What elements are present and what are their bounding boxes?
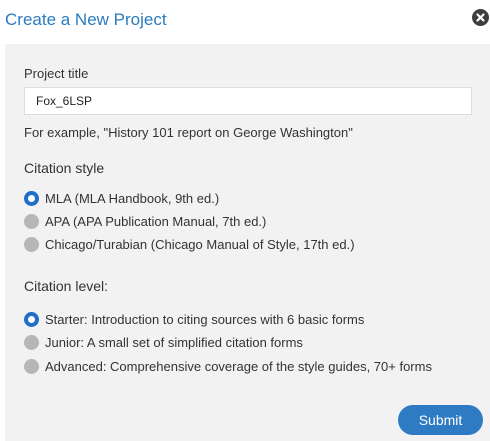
radio-label: MLA (MLA Handbook, 9th ed.) — [45, 190, 220, 206]
project-form-panel: Project title For example, "History 101 … — [5, 44, 490, 441]
dialog-title: Create a New Project — [5, 10, 167, 29]
project-title-input[interactable] — [24, 87, 472, 115]
citation-style-option-chicago[interactable]: Chicago/Turabian (Chicago Manual of Styl… — [24, 235, 355, 253]
radio-label: Chicago/Turabian (Chicago Manual of Styl… — [45, 236, 355, 252]
radio-unselected-icon[interactable] — [24, 334, 39, 350]
radio-label: Starter: Introduction to citing sources … — [45, 311, 365, 327]
radio-label: APA (APA Publication Manual, 7th ed.) — [45, 213, 267, 229]
radio-unselected-icon[interactable] — [24, 213, 39, 229]
citation-style-option-mla[interactable]: MLA (MLA Handbook, 9th ed.) — [24, 189, 219, 207]
close-x-glyph — [476, 13, 485, 22]
citation-level-heading: Citation level: — [24, 278, 109, 294]
radio-unselected-icon[interactable] — [24, 236, 39, 252]
citation-level-option-starter[interactable]: Starter: Introduction to citing sources … — [24, 310, 364, 328]
radio-label: Junior: A small set of simplified citati… — [45, 334, 303, 350]
citation-level-option-junior[interactable]: Junior: A small set of simplified citati… — [24, 333, 303, 351]
project-title-hint: For example, "History 101 report on Geor… — [24, 125, 353, 140]
radio-unselected-icon[interactable] — [24, 358, 39, 374]
citation-level-option-advanced[interactable]: Advanced: Comprehensive coverage of the … — [24, 357, 432, 375]
citation-style-heading: Citation style — [24, 160, 105, 176]
radio-selected-icon[interactable] — [24, 190, 39, 206]
citation-style-option-apa[interactable]: APA (APA Publication Manual, 7th ed.) — [24, 212, 266, 230]
create-project-dialog: Create a New Project Project title For e… — [0, 0, 490, 441]
radio-selected-icon[interactable] — [24, 311, 39, 327]
submit-button[interactable]: Submit — [398, 405, 483, 435]
close-icon[interactable] — [472, 9, 489, 26]
radio-label: Advanced: Comprehensive coverage of the … — [45, 358, 432, 374]
project-title-label: Project title — [24, 66, 89, 81]
